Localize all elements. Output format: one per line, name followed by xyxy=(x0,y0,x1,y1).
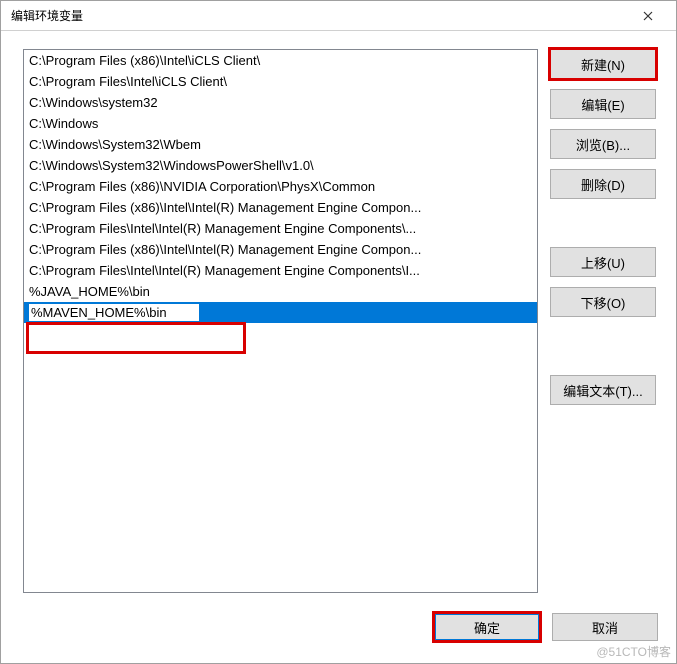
edit-button[interactable]: 编辑(E) xyxy=(550,89,656,119)
close-icon xyxy=(643,11,653,21)
titlebar: 编辑环境变量 xyxy=(1,1,676,31)
content-area: C:\Program Files (x86)\Intel\iCLS Client… xyxy=(1,31,676,603)
list-item[interactable]: C:\Windows\System32\Wbem xyxy=(24,134,537,155)
list-item[interactable]: %JAVA_HOME%\bin xyxy=(24,281,537,302)
dialog-window: 编辑环境变量 C:\Program Files (x86)\Intel\iCLS… xyxy=(0,0,677,664)
list-item[interactable]: C:\Program Files\Intel\Intel(R) Manageme… xyxy=(24,260,537,281)
spacer xyxy=(550,209,658,237)
list-item[interactable]: C:\Program Files (x86)\Intel\Intel(R) Ma… xyxy=(24,239,537,260)
close-button[interactable] xyxy=(628,2,668,30)
list-item-selected[interactable] xyxy=(24,302,537,323)
list-item[interactable]: C:\Program Files\Intel\Intel(R) Manageme… xyxy=(24,218,537,239)
edittext-button[interactable]: 编辑文本(T)... xyxy=(550,375,656,405)
edit-input[interactable] xyxy=(29,304,199,321)
list-item[interactable]: C:\Program Files (x86)\NVIDIA Corporatio… xyxy=(24,176,537,197)
path-list[interactable]: C:\Program Files (x86)\Intel\iCLS Client… xyxy=(23,49,538,593)
moveup-button[interactable]: 上移(U) xyxy=(550,247,656,277)
dialog-buttons: 确定 取消 xyxy=(1,603,676,663)
list-item[interactable]: C:\Program Files\Intel\iCLS Client\ xyxy=(24,71,537,92)
button-column: 新建(N) 编辑(E) 浏览(B)... 删除(D) 上移(U) 下移(O) 编… xyxy=(550,49,658,593)
list-item[interactable]: C:\Windows\System32\WindowsPowerShell\v1… xyxy=(24,155,537,176)
list-item[interactable]: C:\Windows xyxy=(24,113,537,134)
window-title: 编辑环境变量 xyxy=(11,7,83,24)
new-button[interactable]: 新建(N) xyxy=(550,49,656,79)
delete-button[interactable]: 删除(D) xyxy=(550,169,656,199)
list-item[interactable]: C:\Windows\system32 xyxy=(24,92,537,113)
list-item[interactable]: C:\Program Files (x86)\Intel\iCLS Client… xyxy=(24,50,537,71)
ok-button[interactable]: 确定 xyxy=(434,613,540,641)
browse-button[interactable]: 浏览(B)... xyxy=(550,129,656,159)
movedown-button[interactable]: 下移(O) xyxy=(550,287,656,317)
spacer xyxy=(550,327,658,365)
cancel-button[interactable]: 取消 xyxy=(552,613,658,641)
list-item[interactable]: C:\Program Files (x86)\Intel\Intel(R) Ma… xyxy=(24,197,537,218)
highlight-annotation xyxy=(26,322,246,354)
